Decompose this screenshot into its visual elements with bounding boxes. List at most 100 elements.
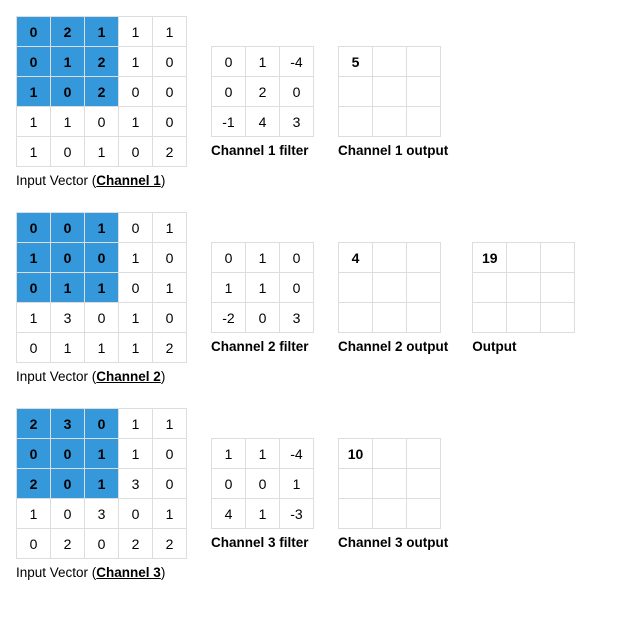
output-cell [373,47,407,77]
input-cell: 1 [119,303,153,333]
input-cell: 0 [51,243,85,273]
input-caption-paren-close: ) [161,173,166,188]
input-cell: 0 [17,333,51,363]
input-caption-prefix: Input Vector ( [16,565,96,580]
input-cell: 1 [119,439,153,469]
input-cell: 2 [17,469,51,499]
output-cell [407,469,441,499]
filter-caption-channel-1: Channel 1 filter [211,143,309,158]
filter-cell: 0 [280,273,314,303]
final-output-cell [541,243,575,273]
input-cell: 2 [119,529,153,559]
input-grid-channel-1: 0211101210102001101010102 [16,16,187,167]
input-cell: 1 [85,333,119,363]
input-cell: 0 [119,273,153,303]
input-cell: 0 [119,213,153,243]
input-caption-channel-label: Channel 2 [96,369,161,384]
filter-cell: 0 [280,77,314,107]
input-cell: 0 [51,213,85,243]
input-cell: 0 [17,529,51,559]
input-caption-channel-label: Channel 1 [96,173,161,188]
filter-cell: -1 [212,107,246,137]
filter-cell: 1 [280,469,314,499]
input-cell: 3 [51,409,85,439]
input-cell: 1 [119,47,153,77]
final-output-grid: 19 [472,242,575,333]
filter-block-channel-3: 11-400141-3Channel 3 filter [211,438,314,550]
input-cell: 0 [153,439,187,469]
filter-cell: 0 [246,469,280,499]
input-cell: 1 [119,243,153,273]
input-caption-channel-label: Channel 3 [96,565,161,580]
input-cell: 0 [51,137,85,167]
filter-caption-channel-2: Channel 2 filter [211,339,309,354]
filter-cell: 1 [246,47,280,77]
filter-cell: 0 [246,303,280,333]
filter-cell: 1 [212,439,246,469]
output-cell [407,77,441,107]
output-cell [373,499,407,529]
output-cell [407,273,441,303]
input-cell: 0 [17,47,51,77]
input-cell: 2 [153,529,187,559]
input-cell: 2 [17,409,51,439]
output-cell [373,439,407,469]
output-grid-channel-1: 5 [338,46,441,137]
final-output-cell [507,273,541,303]
input-cell: 1 [85,17,119,47]
filter-block-channel-2: 010110-203Channel 2 filter [211,242,314,354]
output-cell: 4 [339,243,373,273]
input-cell: 0 [17,273,51,303]
input-cell: 0 [119,77,153,107]
input-caption-channel-1: Input Vector (Channel 1) [16,173,165,188]
input-cell: 0 [17,213,51,243]
input-cell: 1 [85,137,119,167]
final-output-block: 19Output [472,242,575,354]
input-grid-channel-2: 0010110010011011301001112 [16,212,187,363]
input-cell: 0 [17,17,51,47]
output-cell: 5 [339,47,373,77]
output-cell [339,469,373,499]
input-cell: 0 [85,409,119,439]
filter-block-channel-1: 01-4020-143Channel 1 filter [211,46,314,158]
final-output-cell: 19 [473,243,507,273]
channel-row-2: 0010110010011011301001112Input Vector (C… [16,212,627,384]
output-block-channel-1: 5Channel 1 output [338,46,448,158]
input-block-channel-3: 2301100110201301030102022Input Vector (C… [16,408,187,580]
filter-cell: 1 [246,499,280,529]
filter-cell: -4 [280,439,314,469]
output-caption-channel-2: Channel 2 output [338,339,448,354]
final-output-cell [541,273,575,303]
filter-grid-channel-1: 01-4020-143 [211,46,314,137]
input-cell: 1 [119,333,153,363]
input-cell: 0 [85,107,119,137]
input-cell: 0 [153,107,187,137]
input-cell: 0 [51,469,85,499]
output-cell [407,47,441,77]
input-cell: 0 [153,469,187,499]
filter-cell: 3 [280,107,314,137]
output-cell: 10 [339,439,373,469]
input-block-channel-2: 0010110010011011301001112Input Vector (C… [16,212,187,384]
input-caption-paren-close: ) [161,565,166,580]
input-block-channel-1: 0211101210102001101010102 Input Vector (C… [16,16,187,188]
input-cell: 2 [51,17,85,47]
input-cell: 0 [85,529,119,559]
input-cell: 0 [153,303,187,333]
output-cell [373,273,407,303]
input-cell: 1 [153,409,187,439]
input-cell: 1 [85,469,119,499]
filter-cell: -3 [280,499,314,529]
input-caption-prefix: Input Vector ( [16,173,96,188]
filter-cell: -4 [280,47,314,77]
output-cell [373,469,407,499]
output-cell [339,303,373,333]
output-cell [407,499,441,529]
filter-cell: 1 [246,439,280,469]
filter-cell: 0 [212,47,246,77]
input-cell: 1 [17,303,51,333]
output-cell [373,303,407,333]
input-cell: 0 [51,439,85,469]
input-cell: 0 [51,499,85,529]
input-cell: 1 [17,77,51,107]
